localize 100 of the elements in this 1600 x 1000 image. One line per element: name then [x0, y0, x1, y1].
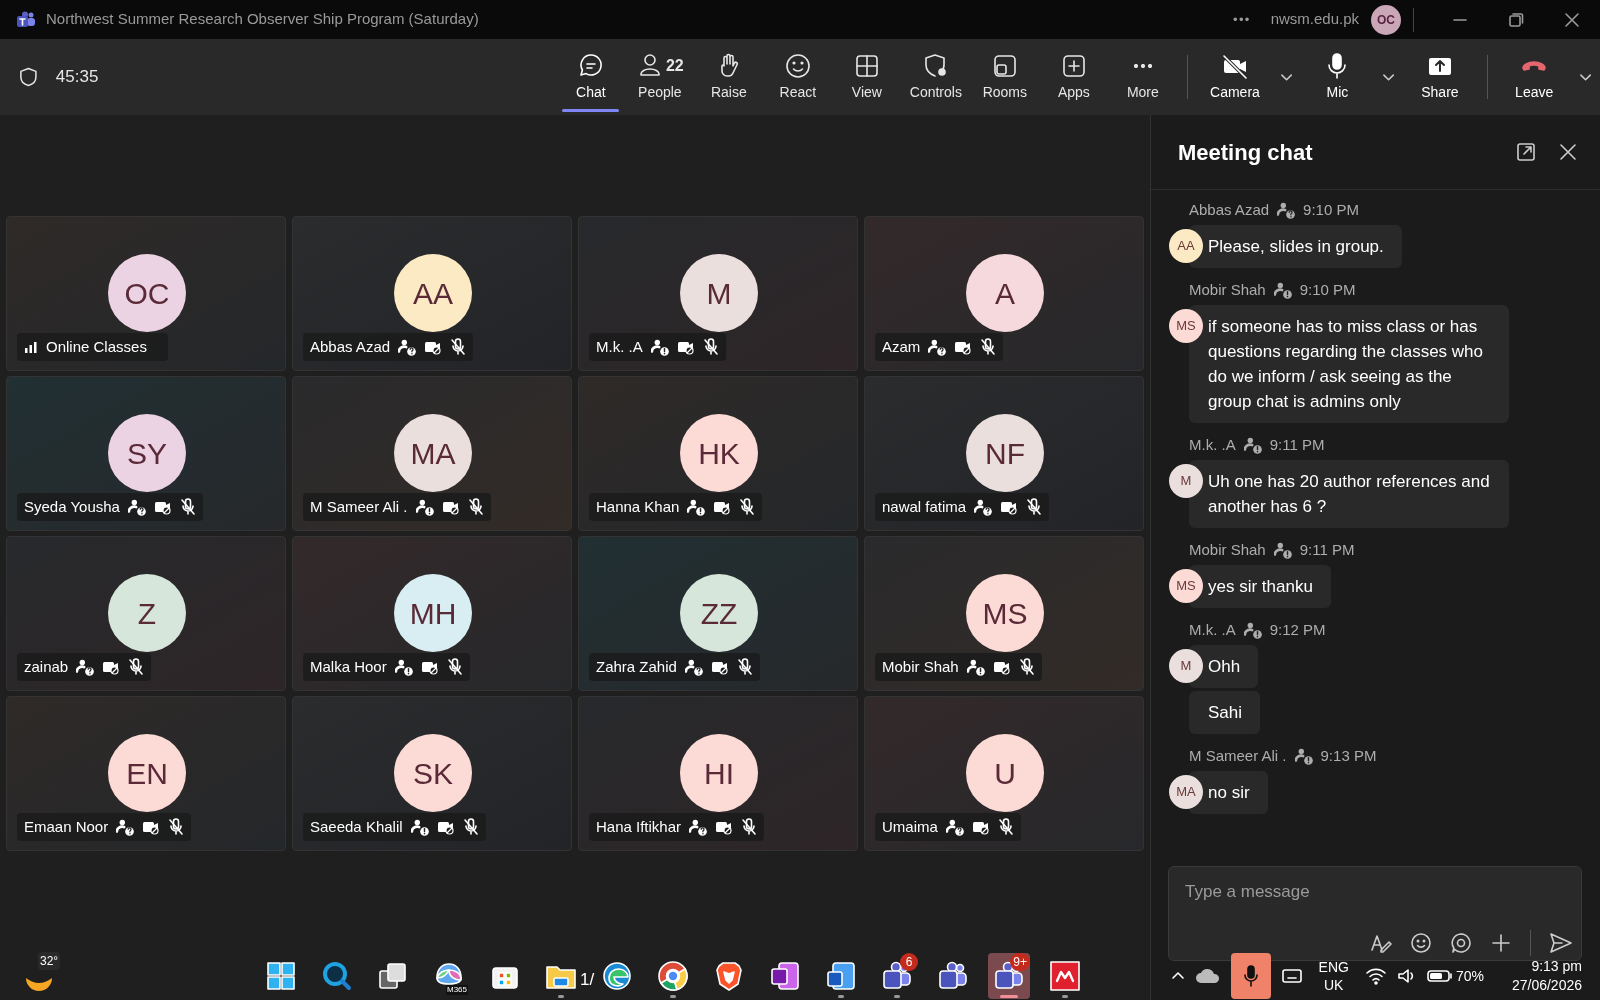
chat-button[interactable]: Chat: [556, 39, 626, 115]
taskbar-app-button[interactable]: 9+: [988, 953, 1030, 999]
sender-avatar: MS: [1169, 309, 1203, 343]
share-button[interactable]: Share: [1403, 39, 1477, 115]
camera-off-icon: [102, 659, 121, 675]
more-button[interactable]: More: [1108, 39, 1178, 115]
participant-avatar: MA: [394, 414, 472, 492]
camera-off-icon: [710, 659, 729, 675]
chat-message: Uh one has 20 author references and another has 6 ?: [1189, 460, 1509, 528]
page-indicator: 1/: [580, 969, 595, 991]
participant-avatar: Z: [108, 574, 186, 652]
participant-name: Umaima: [882, 816, 938, 837]
account-avatar[interactable]: OC: [1371, 4, 1401, 35]
chat-message: Sahi: [1189, 691, 1261, 734]
participant-avatar: MH: [394, 574, 472, 652]
button-label: People: [638, 83, 682, 102]
react-button[interactable]: React: [763, 39, 833, 115]
participant-name: Emaan Noor: [24, 816, 109, 837]
smiley-button[interactable]: [1410, 932, 1432, 954]
participant-avatar: SY: [108, 414, 186, 492]
lion-icon: [713, 960, 745, 992]
participant-avatar: HK: [680, 414, 758, 492]
app-label: M365: [446, 985, 468, 995]
microphone-off-icon: [179, 498, 196, 516]
participant-avatar: A: [966, 254, 1044, 332]
battery-percentage: 70%: [1455, 966, 1484, 986]
view-button[interactable]: View: [832, 39, 902, 115]
sender-name: M.k. .A: [1189, 619, 1236, 640]
camera-off-icon: [676, 339, 695, 355]
taskbar-app-button[interactable]: M365: [428, 953, 470, 999]
microphone-off-icon: [702, 338, 719, 356]
notification-badge: 6: [900, 953, 918, 971]
microphone-off-icon: [450, 338, 467, 356]
button-label: Controls: [909, 83, 962, 102]
camera-off-icon: [420, 659, 439, 675]
people-button[interactable]: 22 People: [625, 39, 695, 115]
teams-logo-icon: [16, 10, 36, 29]
microphone-off-icon: [741, 818, 758, 836]
close-icon: [1563, 10, 1581, 29]
cloud-icon: [1194, 967, 1221, 985]
mic-button[interactable]: Mic: [1300, 39, 1375, 115]
plus-button[interactable]: [1490, 932, 1512, 954]
message-field[interactable]: Type a message: [1168, 866, 1582, 961]
leave-button[interactable]: Leave: [1497, 39, 1571, 115]
microphone-off-icon: [736, 658, 753, 676]
participant-name: Hana Iftikhar: [596, 816, 682, 837]
apps-button[interactable]: Apps: [1039, 39, 1109, 115]
participant-avatar: OC: [108, 254, 186, 332]
participant-avatar: ZZ: [680, 574, 758, 652]
taskbar-app-button[interactable]: 6: [876, 953, 918, 999]
controls-button[interactable]: Controls: [901, 39, 971, 115]
sender-avatar: MS: [1169, 569, 1203, 603]
participant-avatar: NF: [966, 414, 1044, 492]
camera-off-icon: [1000, 499, 1019, 515]
button-label: Apps: [1057, 83, 1090, 102]
close-button[interactable]: [1558, 142, 1578, 162]
button-label: Leave: [1515, 83, 1554, 102]
rooms-button[interactable]: Rooms: [970, 39, 1040, 115]
camera-button[interactable]: Camera: [1198, 39, 1272, 115]
microphone-button[interactable]: [1230, 953, 1271, 999]
participant-name: Online Classes: [46, 336, 148, 357]
pop-out-button[interactable]: [1516, 142, 1536, 162]
camera-off-icon: [971, 819, 990, 835]
tablet-icon: [1280, 967, 1303, 985]
camera-off-icon: [153, 499, 172, 515]
send-button[interactable]: [1549, 932, 1573, 954]
microphone-off-icon: [1018, 658, 1035, 676]
format-button[interactable]: [1370, 932, 1392, 954]
camera-off-icon: [441, 499, 460, 515]
format-icon: [1370, 932, 1392, 954]
more-icon: [1133, 64, 1152, 68]
participant-avatar: AA: [394, 254, 472, 332]
message-input[interactable]: Type a message: [1169, 867, 1581, 917]
button-label: More: [1126, 83, 1159, 102]
browser-swirl-icon: [601, 960, 633, 992]
windows-logo-icon: [265, 960, 297, 992]
search-icon: [321, 960, 353, 992]
clock-date: 27/06/2026: [1511, 976, 1582, 995]
more-options-button[interactable]: •••: [1233, 9, 1251, 30]
button-label: Camera: [1210, 83, 1260, 102]
microphone-off-icon: [462, 818, 479, 836]
meeting-timer: 45:35: [55, 66, 99, 89]
loop-button[interactable]: [1450, 932, 1472, 954]
plus-icon: [1490, 932, 1512, 954]
organization-name: nwsm.edu.pk: [1270, 9, 1359, 30]
participant-name: nawal fatima: [882, 496, 967, 517]
button-label: Mic: [1326, 83, 1349, 102]
camera-off-icon: [715, 819, 734, 835]
moon-icon: [24, 976, 54, 992]
participant-name: M.k. .A: [596, 336, 643, 357]
microphone-off-icon: [1026, 498, 1043, 516]
participant-name: Zahra Zahid: [596, 656, 677, 677]
temperature-label: 32°: [38, 952, 61, 970]
minimize-icon: [1453, 18, 1467, 21]
participant-name: Azam: [882, 336, 921, 357]
language-code: ENG: [1318, 958, 1349, 976]
shield-icon: [19, 66, 38, 88]
button-label: Share: [1421, 83, 1459, 102]
language-switcher[interactable]: ENG UK: [1318, 958, 1349, 994]
raise-button[interactable]: Raise: [694, 39, 764, 115]
